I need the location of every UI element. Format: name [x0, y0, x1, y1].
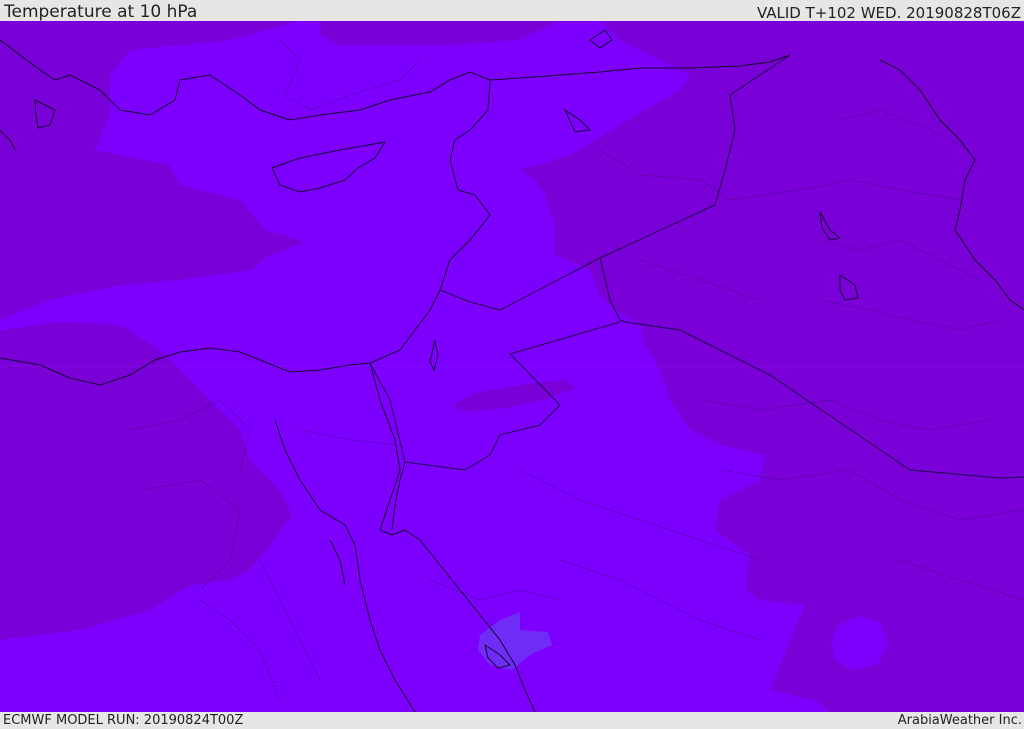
footer-bar: ECMWF MODEL RUN: 20190824T00Z ArabiaWeat… [0, 712, 1024, 729]
map-canvas [0, 21, 1024, 712]
model-run-label: ECMWF MODEL RUN: 20190824T00Z [3, 713, 244, 728]
header-bar: Temperature at 10 hPa VALID T+102 WED. 2… [0, 0, 1024, 21]
weather-map-viewer: Temperature at 10 hPa VALID T+102 WED. 2… [0, 0, 1024, 729]
temperature-map [0, 21, 1024, 712]
map-title: Temperature at 10 hPa [4, 2, 198, 22]
valid-time-label: VALID T+102 WED. 20190828T06Z [756, 4, 1021, 22]
credit-label: ArabiaWeather Inc. [897, 713, 1022, 728]
